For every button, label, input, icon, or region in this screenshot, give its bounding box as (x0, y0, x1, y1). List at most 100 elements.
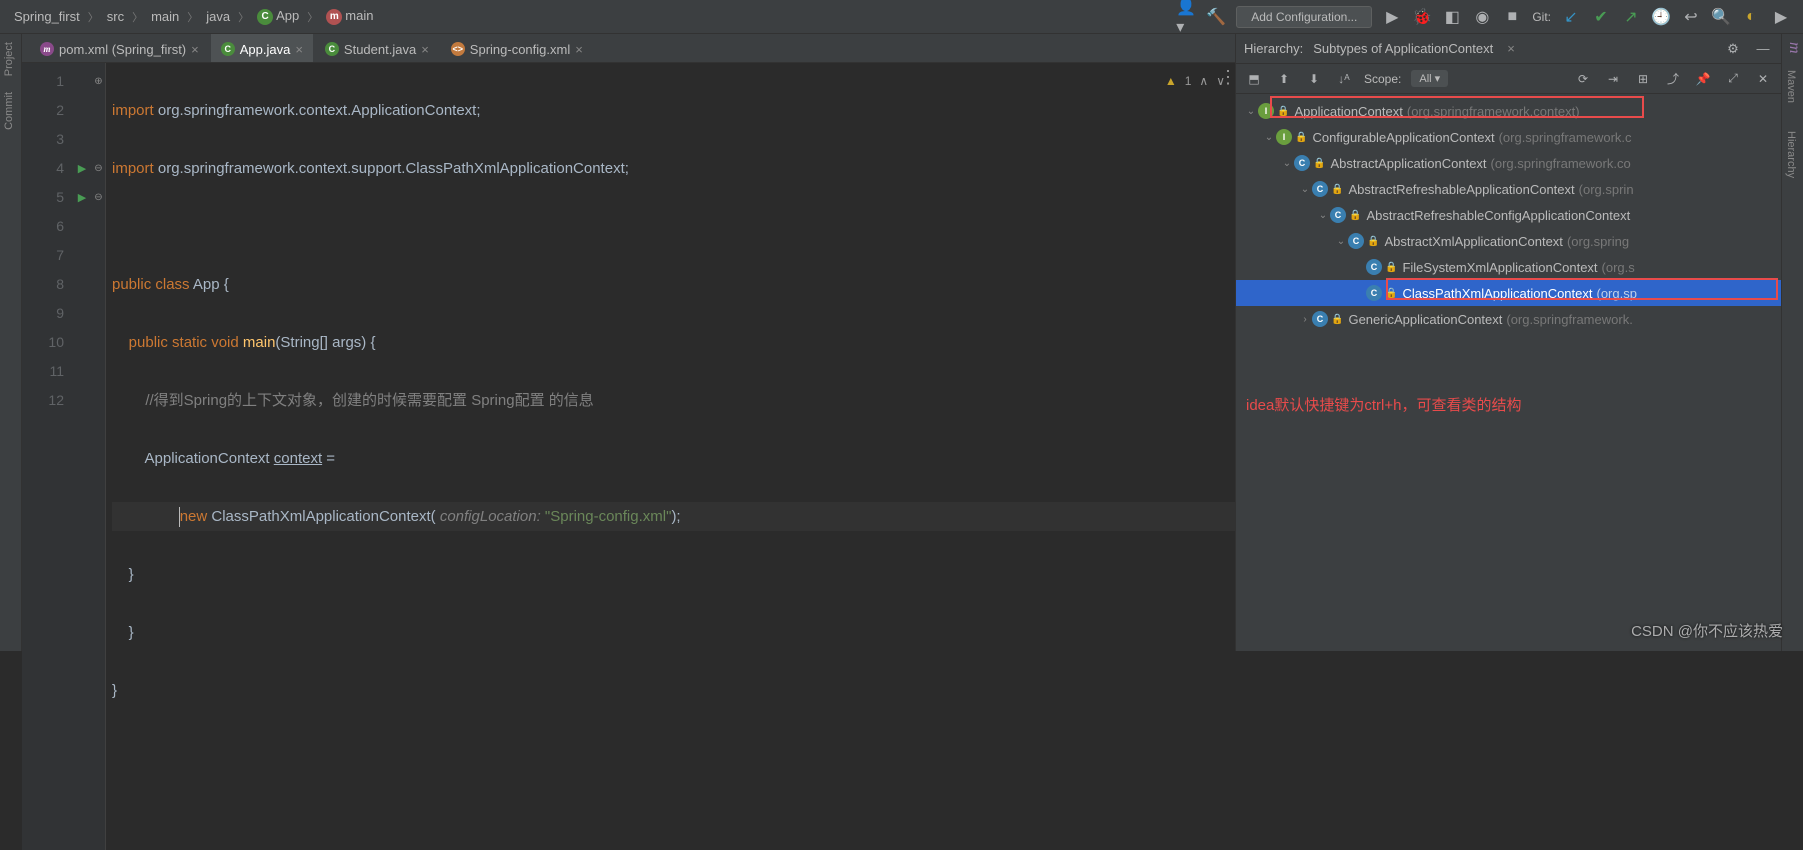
project-tool-tab[interactable]: Project (0, 34, 18, 84)
hierarchy-panel: Hierarchy: Subtypes of ApplicationContex… (1235, 34, 1781, 651)
inspection-badges[interactable]: ▲ 1 ∧ ∨ (1165, 67, 1225, 96)
editor-more-icon[interactable]: ⋮ (1219, 67, 1237, 88)
hierarchy-tool-tab[interactable]: Hierarchy (1782, 123, 1800, 186)
lock-icon: 🔒 (1277, 106, 1289, 117)
file-type-icon: m (40, 42, 54, 56)
expand-arrow-icon[interactable]: ⌄ (1334, 236, 1348, 247)
close-tab-icon[interactable]: × (191, 42, 199, 57)
class-name: AbstractRefreshableApplicationContext (1348, 182, 1574, 197)
warning-icon[interactable]: ▲ (1165, 67, 1177, 96)
class-icon: C (1348, 233, 1364, 249)
maven-tool-label[interactable]: Maven (1782, 62, 1800, 111)
hierarchy-title: Hierarchy: (1244, 41, 1303, 56)
profile-icon[interactable]: ◉ (1472, 7, 1492, 27)
add-configuration-button[interactable]: Add Configuration... (1236, 6, 1372, 28)
git-commit-icon[interactable]: ✔ (1591, 7, 1611, 27)
crumb-class[interactable]: CApp (253, 8, 303, 25)
code-content[interactable]: import org.springframework.context.Appli… (106, 63, 1235, 850)
warning-count: 1 (1185, 67, 1192, 96)
avatar-icon[interactable]: ▶ (1771, 7, 1791, 27)
hierarchy-node[interactable]: ⌄C🔒AbstractApplicationContext(org.spring… (1236, 150, 1781, 176)
class-icon: C (1366, 285, 1382, 301)
lock-icon: 🔒 (1385, 288, 1397, 299)
hide-icon[interactable]: — (1753, 39, 1773, 59)
ide-settings-icon[interactable]: ◐ (1741, 7, 1761, 27)
scope-selector[interactable]: All ▾ (1411, 70, 1448, 87)
crumb-java[interactable]: java (202, 9, 234, 24)
breadcrumb[interactable]: Spring_first〉 src〉 main〉 java〉 CApp〉 mma… (0, 8, 377, 25)
file-type-icon: C (325, 42, 339, 56)
user-icon[interactable]: 👤▾ (1176, 7, 1196, 27)
class-icon: C (1312, 181, 1328, 197)
hierarchy-node[interactable]: ⌄C🔒AbstractRefreshableApplicationContext… (1236, 176, 1781, 202)
tab-label: Spring-config.xml (470, 42, 570, 57)
tab-pom-xml-spring_first-[interactable]: mpom.xml (Spring_first)× (30, 34, 209, 62)
close-icon[interactable]: ✕ (1753, 69, 1773, 89)
hierarchy-tree[interactable]: idea默认快捷键为ctrl+h，可查看类的结构 ⌄I🔒ApplicationC… (1236, 94, 1781, 651)
stop-icon[interactable]: ■ (1502, 7, 1522, 27)
expand-arrow-icon[interactable]: ⌄ (1244, 106, 1258, 117)
autoscroll-icon[interactable]: ⇥ (1603, 69, 1623, 89)
hierarchy-node[interactable]: ⌄C🔒AbstractRefreshableConfigApplicationC… (1236, 202, 1781, 228)
restore-icon[interactable]: ⤢ (1723, 69, 1743, 89)
expand-arrow-icon[interactable]: ⌄ (1316, 210, 1330, 221)
expand-arrow-icon[interactable]: ⌄ (1298, 184, 1312, 195)
code-editor[interactable]: 123456789101112 ▶▶ ⊕⊖⊖ import org.spring… (22, 63, 1235, 850)
crumb-src[interactable]: src (103, 9, 128, 24)
expand-arrow-icon[interactable]: ⌄ (1280, 158, 1294, 169)
close-tab-icon[interactable]: × (295, 42, 303, 57)
close-hierarchy-tab-icon[interactable]: × (1507, 41, 1515, 56)
expand-arrow-icon[interactable]: › (1298, 314, 1312, 325)
class-icon: C (1312, 311, 1328, 327)
refresh-icon[interactable]: ⟳ (1573, 69, 1593, 89)
expand-arrow-icon[interactable]: ⌄ (1262, 132, 1276, 143)
build-icon[interactable]: 🔨 (1206, 7, 1226, 27)
lock-icon: 🔒 (1367, 236, 1379, 247)
hierarchy-node[interactable]: ⌄C🔒AbstractXmlApplicationContext(org.spr… (1236, 228, 1781, 254)
file-type-icon: C (221, 42, 235, 56)
git-revert-icon[interactable]: ↩ (1681, 7, 1701, 27)
debug-icon[interactable]: 🐞 (1412, 7, 1432, 27)
class-name: ClassPathXmlApplicationContext (1402, 286, 1592, 301)
scope-label: Scope: (1364, 72, 1401, 86)
gear-icon[interactable]: ⚙ (1723, 39, 1743, 59)
hierarchy-node[interactable]: ⌄I🔒ConfigurableApplicationContext(org.sp… (1236, 124, 1781, 150)
pin-icon[interactable]: 📌 (1693, 69, 1713, 89)
class-name: AbstractRefreshableConfigApplicationCont… (1366, 208, 1630, 223)
editor-tabs: mpom.xml (Spring_first)×CApp.java×CStude… (22, 34, 1235, 63)
crumb-project[interactable]: Spring_first (10, 9, 84, 24)
prev-highlight-icon[interactable]: ∧ (1199, 67, 1208, 96)
hierarchy-node[interactable]: C🔒FileSystemXmlApplicationContext(org.s (1236, 254, 1781, 280)
close-tab-icon[interactable]: × (421, 42, 429, 57)
git-history-icon[interactable]: 🕘 (1651, 7, 1671, 27)
hierarchy-node[interactable]: C🔒ClassPathXmlApplicationContext(org.sp (1236, 280, 1781, 306)
export-icon[interactable]: ⤴ (1663, 69, 1683, 89)
sort-icon[interactable]: ↓ᴬ (1334, 69, 1354, 89)
class-hierarchy-icon[interactable]: ⬒ (1244, 69, 1264, 89)
tab-spring-config-xml[interactable]: <> Spring-config.xml × (441, 34, 593, 62)
subtypes-icon[interactable]: ⬇ (1304, 69, 1324, 89)
git-push-icon[interactable]: ↗ (1621, 7, 1641, 27)
hierarchy-node[interactable]: ›C🔒GenericApplicationContext(org.springf… (1236, 306, 1781, 332)
crumb-method[interactable]: mmain (322, 8, 377, 25)
expand-all-icon[interactable]: ⊞ (1633, 69, 1653, 89)
tab-app-java[interactable]: CApp.java× (211, 34, 313, 62)
maven-tool-tab[interactable]: m (1782, 34, 1803, 62)
git-update-icon[interactable]: ↙ (1561, 7, 1581, 27)
commit-tool-tab[interactable]: Commit (0, 84, 18, 138)
tab-student-java[interactable]: C Student.java × (315, 34, 439, 62)
package-name: (org.springframework.context) (1407, 104, 1580, 119)
file-type-icon: <> (451, 42, 465, 56)
run-icon[interactable]: ▶ (1382, 7, 1402, 27)
crumb-main[interactable]: main (147, 9, 183, 24)
supertypes-icon[interactable]: ⬆ (1274, 69, 1294, 89)
top-toolbar: Spring_first〉 src〉 main〉 java〉 CApp〉 mma… (0, 0, 1803, 34)
coverage-icon[interactable]: ◧ (1442, 7, 1462, 27)
class-icon: C (1294, 155, 1310, 171)
hierarchy-node[interactable]: ⌄I🔒ApplicationContext(org.springframewor… (1236, 98, 1781, 124)
search-icon[interactable]: 🔍 (1711, 7, 1731, 27)
hierarchy-subtitle: Subtypes of ApplicationContext (1313, 41, 1493, 56)
right-tool-strip: m Maven Hierarchy (1781, 34, 1803, 651)
close-tab-icon[interactable]: × (575, 42, 583, 57)
tab-label: Student.java (344, 42, 416, 57)
